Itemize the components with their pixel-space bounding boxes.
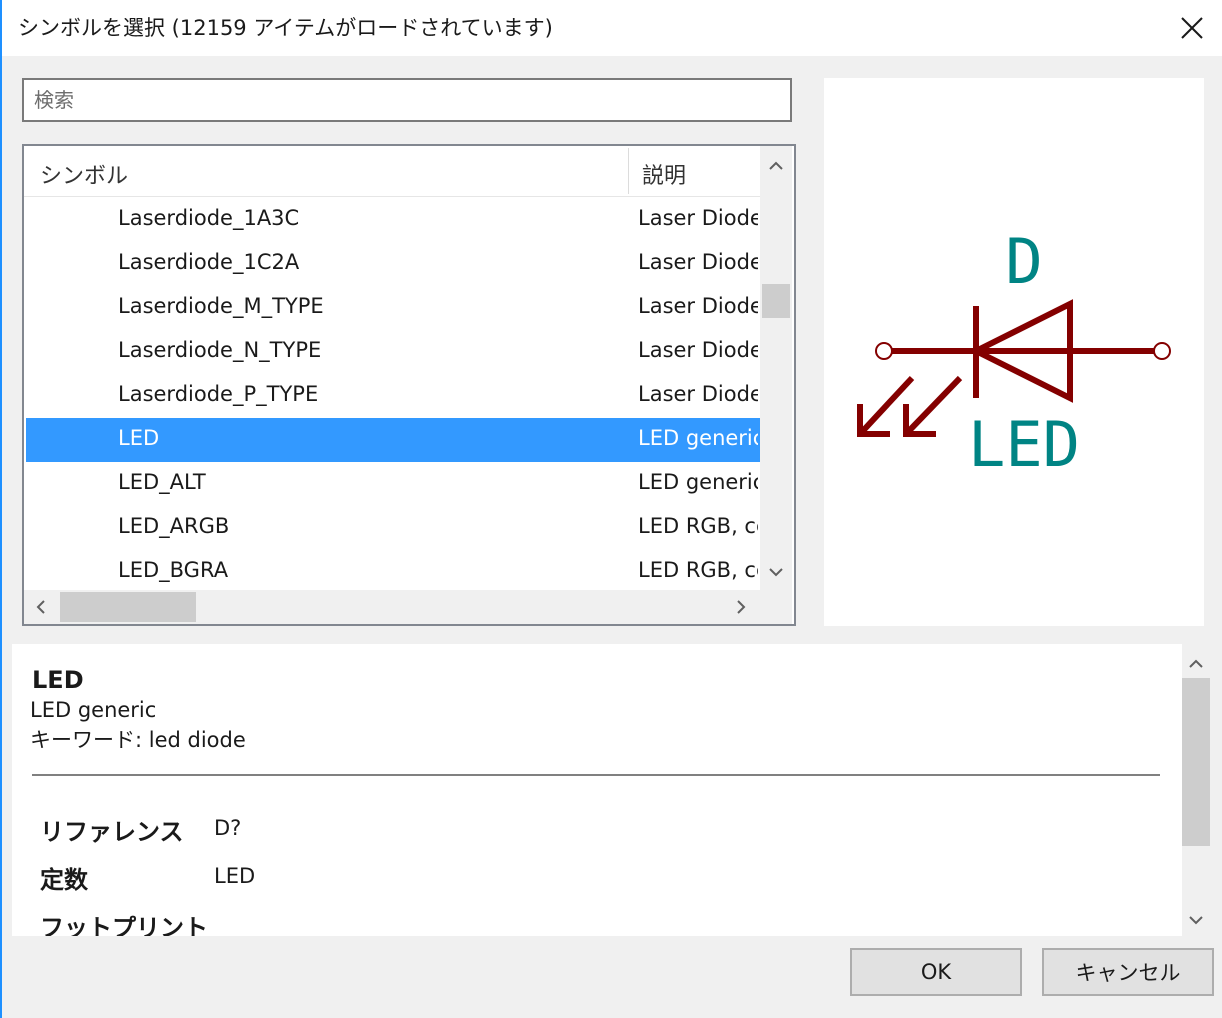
list-horizontal-scroll-thumb[interactable] [60, 592, 196, 622]
list-item[interactable]: Laserdiode_P_TYPE Laser Diode [26, 374, 760, 418]
scroll-right-icon[interactable] [736, 600, 746, 617]
window-title: シンボルを選択 (12159 アイテムがロードされています) [18, 16, 553, 40]
list-header: シンボル 説明 [24, 146, 760, 197]
list-rows: Laserdiode_1A3C Laser Diode Laserdiode_1C2… [24, 198, 760, 590]
preview-reference: D [1005, 225, 1042, 298]
list-item-name: Laserdiode_1A3C [118, 206, 300, 230]
field-label-value: 定数 [40, 866, 88, 894]
details-scroll-thumb[interactable] [1182, 678, 1210, 846]
preview-value: LED [968, 408, 1080, 481]
list-item-name: LED_BGRA [118, 558, 229, 582]
list-vertical-scroll-thumb[interactable] [762, 284, 790, 318]
list-item-name: LED_ARGB [118, 514, 230, 538]
column-header-symbol[interactable]: シンボル [40, 158, 128, 190]
search-input[interactable] [22, 78, 792, 122]
list-item[interactable]: Laserdiode_M_TYPE Laser Diode [26, 286, 760, 330]
detail-keywords: キーワード: led diode [30, 728, 246, 752]
list-horizontal-scrollbar[interactable] [24, 590, 792, 624]
list-item[interactable]: LED LED generic [26, 418, 760, 462]
list-item-description: Laser Diode [638, 250, 758, 274]
list-item-description: LED RGB, cc [638, 514, 758, 538]
list-item-description: Laser Diode [638, 294, 758, 318]
list-item-description: Laser Diode [638, 338, 758, 362]
pin-anode-icon [875, 342, 893, 360]
list-item[interactable]: Laserdiode_N_TYPE Laser Diode [26, 330, 760, 374]
detail-name: LED [32, 666, 84, 694]
detail-description: LED generic [30, 698, 157, 722]
list-item-description: LED generic [638, 470, 758, 494]
led-symbol-icon: D LED [857, 225, 1171, 481]
list-item-description: LED RGB, cc [638, 558, 758, 582]
list-item-description: Laser Diode [638, 382, 758, 406]
list-item-name: Laserdiode_P_TYPE [118, 382, 319, 406]
list-item-name: LED [118, 426, 160, 450]
scroll-up-icon[interactable] [769, 158, 783, 174]
list-item-name: Laserdiode_M_TYPE [118, 294, 324, 318]
symbol-list[interactable]: シンボル 説明 Laserdiode_1A3C Laser Diode Laserd… [22, 144, 796, 626]
list-item-description: LED generic [638, 426, 758, 450]
list-vertical-scrollbar[interactable] [760, 146, 792, 590]
list-item[interactable]: Laserdiode_1C2A Laser Diode [26, 242, 760, 286]
ok-button[interactable]: OK [850, 948, 1022, 996]
cancel-button[interactable]: キャンセル [1042, 948, 1214, 996]
details-vertical-scrollbar[interactable] [1182, 644, 1210, 936]
scroll-left-icon[interactable] [36, 600, 46, 617]
list-item[interactable]: LED_ARGB LED RGB, cc [26, 506, 760, 550]
column-header-description[interactable]: 説明 [642, 158, 686, 190]
detail-divider [32, 774, 1160, 776]
list-item-name: LED_ALT [118, 470, 206, 494]
list-item[interactable]: Laserdiode_1A3C Laser Diode [26, 198, 760, 242]
details-scroll-down-icon[interactable] [1189, 912, 1203, 928]
symbol-preview: D LED [824, 78, 1204, 626]
list-item-name: Laserdiode_N_TYPE [118, 338, 322, 362]
field-value-reference: D? [214, 816, 242, 840]
list-item-description: Laser Diode [638, 206, 758, 230]
list-item-name: Laserdiode_1C2A [118, 250, 300, 274]
close-icon [1181, 17, 1203, 39]
field-label-reference: リファレンス [40, 818, 184, 846]
scroll-down-icon[interactable] [769, 564, 783, 580]
symbol-details: LED LED generic キーワード: led diode リファレンス … [12, 644, 1210, 936]
list-item[interactable]: LED_ALT LED generic [26, 462, 760, 506]
list-item[interactable]: LED_BGRA LED RGB, cc [26, 550, 760, 590]
close-button[interactable] [1172, 8, 1212, 48]
field-value-value: LED [214, 864, 256, 888]
column-separator[interactable] [628, 148, 629, 194]
field-label-footprint: フットプリント [40, 914, 208, 936]
details-scroll-up-icon[interactable] [1189, 656, 1203, 672]
title-bar: シンボルを選択 (12159 アイテムがロードされています) [2, 0, 1222, 56]
pin-cathode-icon [1153, 342, 1171, 360]
window-border [0, 0, 2, 1018]
